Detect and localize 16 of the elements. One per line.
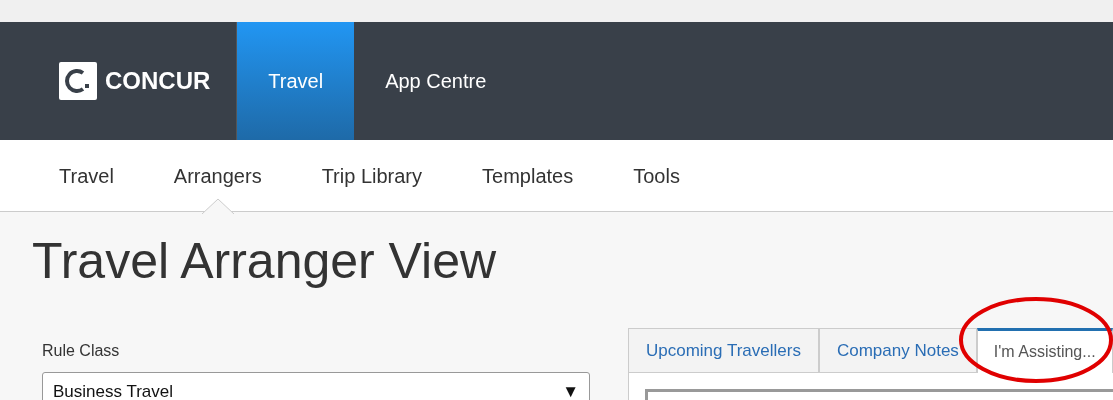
subnav-item[interactable]: Templates <box>482 164 574 187</box>
app-tab[interactable]: App Centre <box>354 22 518 140</box>
rule-class-select[interactable]: Business Travel ▼ <box>42 372 590 400</box>
panel-tab[interactable]: Company Notes <box>818 328 977 373</box>
app-tab[interactable]: Travel <box>236 22 355 140</box>
subnav-item[interactable]: Arrangers <box>173 164 262 187</box>
logo-icon <box>59 62 97 100</box>
concur-logo[interactable]: CONCUR <box>59 22 211 140</box>
logo-text: CONCUR <box>105 66 211 96</box>
subnav-item[interactable]: Trip Library <box>321 164 423 187</box>
panel-tab[interactable]: I'm Assisting... <box>976 328 1113 373</box>
subnav-item[interactable]: Travel <box>59 164 114 187</box>
field-label: Rule Class <box>42 341 121 361</box>
subnav-item[interactable]: Tools <box>633 164 680 187</box>
page-title: Travel Arranger View <box>32 236 498 286</box>
panel-tab[interactable]: Upcoming Travellers <box>628 328 819 373</box>
